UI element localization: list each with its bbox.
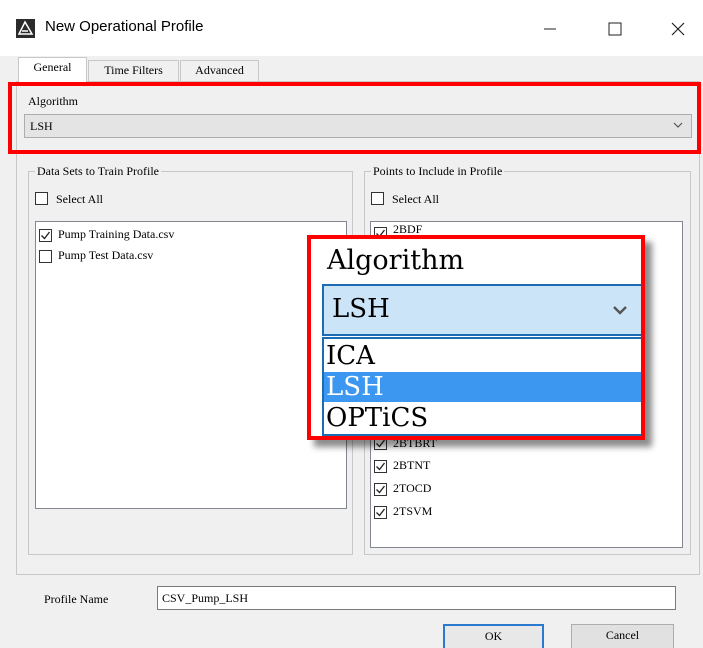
list-item-label: 2BTNT — [393, 458, 431, 472]
data-sets-list[interactable] — [35, 221, 347, 509]
algorithm-options-list: ICA LSH OPTiCS — [322, 337, 641, 436]
list-item-checkbox[interactable] — [374, 506, 387, 519]
cancel-button[interactable]: Cancel — [571, 624, 674, 648]
window-title: New Operational Profile — [45, 18, 204, 35]
tab-general[interactable]: General — [18, 57, 87, 82]
check-icon — [376, 462, 386, 471]
zoom-algorithm-label: Algorithm — [327, 245, 465, 276]
check-icon — [41, 231, 51, 240]
check-icon — [376, 508, 386, 517]
maximize-button[interactable] — [595, 12, 635, 46]
list-item-label: 2TOCD — [393, 481, 432, 495]
points-select-all-label: Select All — [392, 192, 439, 206]
data-sets-select-all-checkbox[interactable] — [35, 192, 48, 205]
minimize-icon — [544, 28, 556, 30]
list-item-label: 2BDF — [393, 222, 423, 236]
chevron-down-icon — [613, 306, 627, 315]
tab-time-filters[interactable]: Time Filters — [88, 60, 179, 81]
zoom-callout: Algorithm LSH ICA LSH OPTiCS — [307, 235, 645, 440]
close-button[interactable] — [658, 12, 698, 46]
tab-advanced[interactable]: Advanced — [180, 60, 259, 81]
close-icon — [671, 22, 685, 36]
check-icon — [376, 485, 386, 494]
minimize-button[interactable] — [530, 12, 570, 46]
option-optics[interactable]: OPTiCS — [324, 403, 641, 433]
list-item-checkbox[interactable] — [39, 229, 52, 242]
list-item-checkbox[interactable] — [374, 460, 387, 473]
profile-name-input[interactable] — [157, 586, 676, 610]
list-item-checkbox[interactable] — [39, 250, 52, 263]
list-item-checkbox[interactable] — [374, 483, 387, 496]
list-item-label: Pump Test Data.csv — [58, 248, 154, 262]
zoom-selected-value: LSH — [332, 294, 390, 324]
title-bar: New Operational Profile — [0, 0, 703, 56]
list-item-label: Pump Training Data.csv — [58, 227, 175, 241]
profile-name-label: Profile Name — [44, 592, 109, 606]
points-select-all-checkbox[interactable] — [371, 192, 384, 205]
app-icon — [16, 19, 35, 38]
dialog-window: New Operational Profile General Time Fil… — [0, 0, 703, 648]
list-item-label: 2TSVM — [393, 504, 433, 518]
option-lsh[interactable]: LSH — [324, 372, 641, 402]
zoom-algorithm-select[interactable]: LSH — [322, 284, 641, 336]
points-title: Points to Include in Profile — [371, 164, 505, 178]
ok-button[interactable]: OK — [443, 624, 544, 648]
maximize-icon — [608, 22, 622, 36]
option-ica[interactable]: ICA — [324, 341, 641, 371]
data-sets-select-all-label: Select All — [56, 192, 103, 206]
highlight-annotation — [8, 82, 701, 154]
data-sets-title: Data Sets to Train Profile — [35, 164, 161, 178]
